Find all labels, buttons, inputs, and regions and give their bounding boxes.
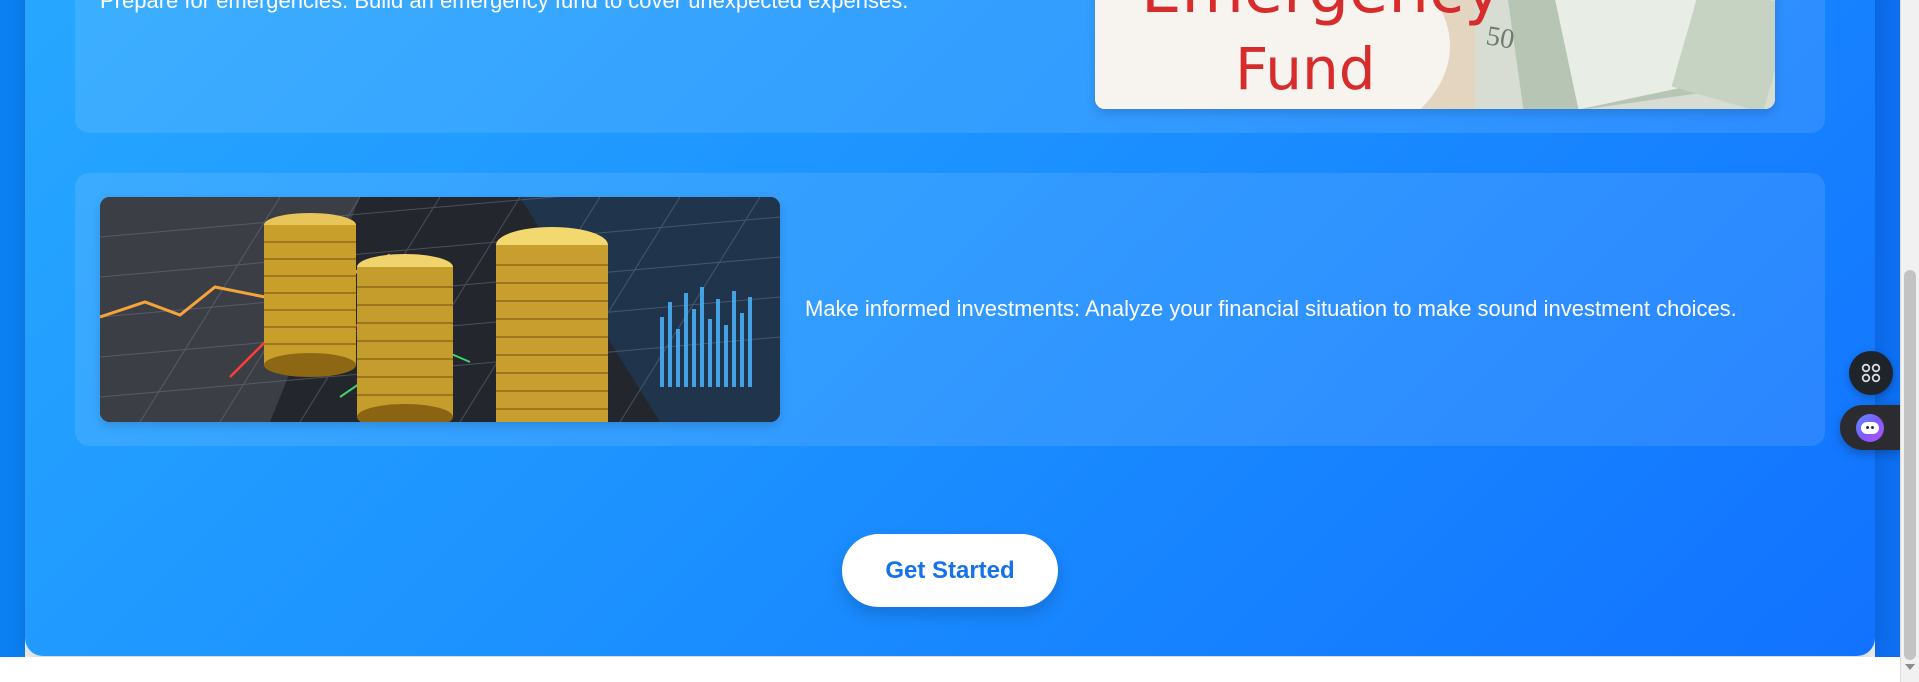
- emergency-description: Prepare for emergencies: Build an emerge…: [100, 0, 909, 13]
- investment-image: [100, 197, 780, 422]
- scrollbar-thumb[interactable]: [1904, 270, 1916, 660]
- grid-icon[interactable]: [1849, 351, 1893, 395]
- emergency-image-word-2: Fund: [1235, 35, 1376, 103]
- emergency-fund-image: 50 Emergency Fund: [1095, 0, 1775, 109]
- grid-icon-glyph: [1861, 363, 1881, 383]
- investment-description: Make informed investments: Analyze your …: [805, 296, 1737, 321]
- right-page-shade: [1875, 0, 1900, 657]
- get-started-button[interactable]: Get Started: [842, 534, 1058, 607]
- scroll-down-icon[interactable]: [1905, 664, 1915, 670]
- assistant-icon-face: [1856, 413, 1884, 442]
- page-viewport: Prepare for emergencies: Build an emerge…: [0, 0, 1919, 682]
- assistant-icon-eyes: [1861, 421, 1879, 434]
- left-page-shade: [0, 0, 25, 657]
- investment-illustration: [100, 197, 780, 422]
- bottom-strip: [0, 657, 1900, 682]
- vertical-scrollbar[interactable]: [1900, 0, 1919, 682]
- assistant-icon[interactable]: [1840, 405, 1900, 450]
- emergency-fund-illustration: 50 Emergency Fund: [1095, 0, 1775, 109]
- emergency-image-word-1: Emergency: [1141, 0, 1502, 28]
